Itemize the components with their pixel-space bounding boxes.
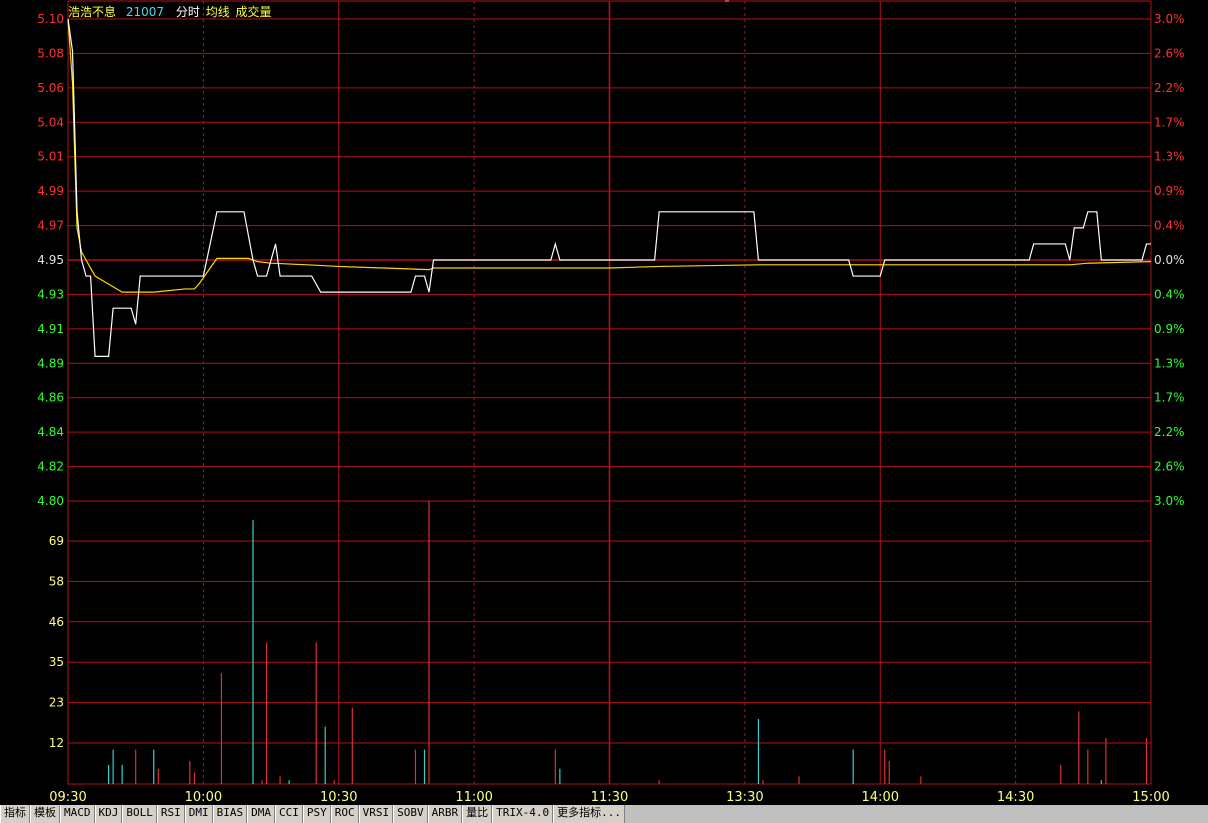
pct-tick-label: 2.2% (1154, 425, 1185, 439)
tab-6[interactable]: DMI (184, 805, 213, 823)
tab-11[interactable]: ROC (330, 805, 359, 823)
volume-tick-label: 46 (49, 615, 64, 629)
pct-tick-label: 3.0% (1154, 494, 1185, 508)
price-tick-label: 5.06 (37, 81, 64, 95)
pct-tick-label: 0.4% (1154, 219, 1185, 233)
tab-7[interactable]: BIAS (212, 805, 248, 823)
time-tick-label: 13:30 (726, 790, 763, 805)
price-tick-label: 4.86 (37, 391, 64, 405)
pct-tick-label: 2.6% (1154, 46, 1185, 60)
chart-header: 浩浩不息 21007 分时 均线 成交量 (68, 3, 272, 20)
volume-tick-label: 23 (49, 696, 64, 710)
tab-8[interactable]: DMA (247, 805, 275, 823)
tab-14[interactable]: ARBR (427, 805, 463, 823)
tab-9[interactable]: CCI (275, 805, 303, 823)
pct-tick-label: 1.7% (1154, 391, 1185, 405)
price-tick-label: 5.08 (37, 46, 64, 60)
tab-17[interactable]: 更多指标... (553, 805, 625, 823)
price-tick-label: 4.95 (37, 253, 64, 267)
price-tick-label: 4.97 (37, 219, 64, 233)
price-tick-label: 4.89 (37, 356, 64, 370)
tab-0[interactable]: 指标 (0, 805, 30, 823)
tab-5[interactable]: RSI (156, 805, 185, 823)
time-tick-label: 11:30 (591, 790, 628, 805)
indicator-tab-bar: 指标 模板 MACD KDJ BOLL RSI DMI BIAS DMA CCI PSY ROC VRS… (0, 805, 1208, 823)
tab-13[interactable]: SOBV (393, 805, 428, 823)
price-tick-label: 4.91 (37, 322, 64, 336)
intraday-chart[interactable]: 5.10 3.0% 5.08 2.6% 5.06 2.2% 5.04 1.7% 5.01 1.3%… (0, 0, 1208, 805)
tab-1[interactable]: 模板 (30, 805, 60, 823)
time-tick-label: 11:00 (455, 790, 492, 805)
stock-code: 21007 (125, 5, 165, 19)
price-tick-label: 5.10 (37, 12, 64, 26)
tab-12[interactable]: VRSI (358, 805, 394, 823)
price-tick-label: 5.01 (37, 150, 64, 164)
volume-tick-label: 35 (49, 655, 64, 669)
tab-3[interactable]: KDJ (94, 805, 123, 823)
stock-name: 浩浩不息 (68, 5, 117, 19)
label-avg-line: 均线 (205, 5, 230, 19)
pct-tick-label: 3.0% (1154, 12, 1185, 26)
pct-tick-label: 0.0% (1154, 253, 1185, 267)
pct-tick-label: 0.9% (1154, 322, 1185, 336)
pct-tick-label: 1.7% (1154, 115, 1185, 129)
volume-tick-label: 58 (49, 574, 64, 588)
time-tick-label: 10:00 (185, 790, 222, 805)
price-tick-label: 4.99 (37, 184, 64, 198)
pct-tick-label: 0.4% (1154, 287, 1185, 301)
tab-2[interactable]: MACD (60, 805, 95, 823)
price-tick-label: 4.84 (37, 425, 64, 439)
time-tick-label: 14:00 (862, 790, 899, 805)
price-tick-label: 4.80 (37, 494, 64, 508)
pct-tick-label: 2.6% (1154, 460, 1185, 474)
pct-tick-label: 0.9% (1154, 184, 1185, 198)
pct-tick-label: 1.3% (1154, 356, 1185, 370)
price-tick-label: 4.93 (37, 287, 64, 301)
pct-tick-label: 1.3% (1154, 150, 1185, 164)
label-volume: 成交量 (235, 5, 272, 19)
label-time-share: 分时 (175, 5, 200, 19)
price-tick-label: 4.82 (37, 460, 64, 474)
price-tick-label: 5.04 (37, 115, 64, 129)
volume-tick-label: 69 (49, 534, 64, 548)
tab-10[interactable]: PSY (302, 805, 331, 823)
top-marker (725, 0, 729, 2)
time-tick-label: 14:30 (997, 790, 1034, 805)
pct-tick-label: 2.2% (1154, 81, 1185, 95)
tab-4[interactable]: BOLL (122, 805, 157, 823)
time-tick-label: 15:00 (1132, 790, 1169, 805)
time-tick-label: 09:30 (49, 790, 86, 805)
tab-15[interactable]: 量比 (462, 805, 493, 823)
time-tick-label: 10:30 (320, 790, 357, 805)
volume-tick-label: 12 (49, 736, 64, 750)
tab-16[interactable]: TRIX-4.0 (492, 805, 554, 823)
